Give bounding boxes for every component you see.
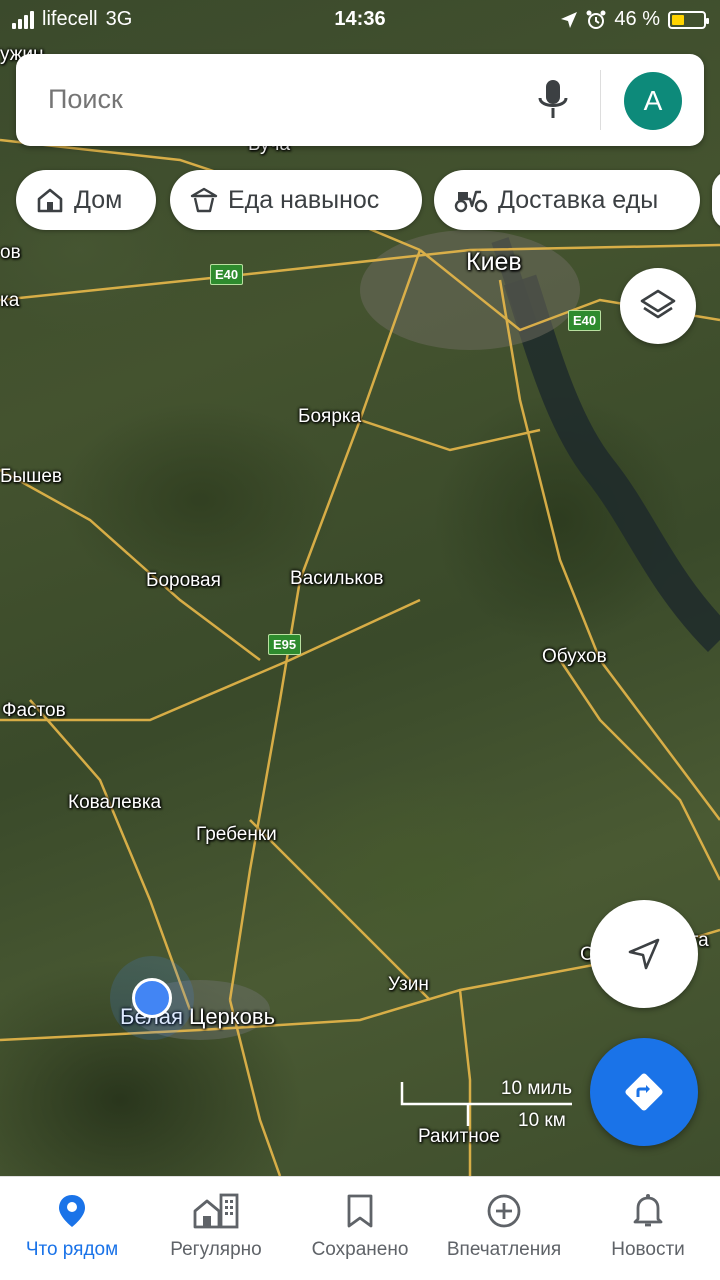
map-scale: 10 миль 10 км — [400, 1078, 576, 1131]
directions-button[interactable] — [590, 1038, 698, 1146]
search-bar[interactable]: Поиск A — [16, 54, 704, 146]
commute-icon — [193, 1193, 239, 1229]
location-pin-icon — [59, 1195, 85, 1227]
navigation-arrow-icon — [628, 938, 660, 970]
chip-takeout[interactable]: Еда навынос — [170, 170, 422, 230]
layers-icon — [640, 289, 676, 319]
scooter-icon — [454, 190, 488, 213]
search-divider — [600, 70, 601, 130]
map-label-borovaya[interactable]: Боровая — [146, 570, 221, 592]
map-label-fastov[interactable]: Фастов — [2, 700, 66, 722]
chip-home[interactable]: Дом — [16, 170, 156, 230]
home-icon — [37, 188, 63, 213]
nav-label: Впечатления — [446, 1239, 562, 1260]
map-label-kovalevka[interactable]: Ковалевка — [68, 792, 161, 814]
map-label-obukhov[interactable]: Обухов — [542, 646, 607, 668]
chip-label: Доставка еды — [498, 185, 659, 214]
nav-label: Что рядом — [25, 1239, 119, 1260]
my-location-button[interactable] — [590, 900, 698, 1008]
nav-item-explore[interactable]: Что рядом — [0, 1177, 144, 1280]
avatar[interactable]: A — [624, 72, 682, 130]
map-label-uzin[interactable]: Узин — [388, 974, 429, 996]
map-label-partial[interactable]: ов — [0, 242, 21, 264]
battery-icon — [668, 10, 709, 29]
map-label-partial[interactable]: Бышев — [0, 466, 62, 488]
nav-label: Регулярно — [170, 1239, 262, 1260]
chip-label: Еда навынос — [228, 185, 380, 214]
bottom-navigation: Что рядом Регулярно Сохранено Впечатлени… — [0, 1176, 720, 1280]
nav-label: Новости — [611, 1239, 685, 1260]
map-label-grebenki[interactable]: Гребенки — [196, 824, 277, 846]
current-location-dot[interactable] — [132, 978, 172, 1018]
takeout-icon — [190, 187, 218, 213]
battery-percent: 46 % — [614, 8, 660, 30]
map-label-kiev[interactable]: Киев — [466, 248, 522, 277]
location-arrow-icon — [561, 11, 578, 28]
microphone-icon[interactable] — [536, 78, 570, 122]
nav-item-commute[interactable]: Регулярно — [144, 1177, 288, 1280]
map-label-boyarka[interactable]: Боярка — [298, 406, 361, 428]
highway-shield-e95: E95 — [268, 634, 302, 655]
nav-item-updates[interactable]: Новости — [576, 1177, 720, 1280]
map-label-partial[interactable]: ка — [0, 290, 19, 312]
highway-shield-e40: E40 — [568, 310, 602, 331]
chip-label: Дом — [74, 185, 123, 214]
status-bar: lifecell 3G 14:36 46 % — [0, 0, 720, 40]
directions-icon — [625, 1073, 663, 1111]
highway-shield-e40: E40 — [210, 264, 244, 285]
scale-miles-label: 10 миль — [500, 1078, 572, 1099]
alarm-icon — [586, 10, 606, 29]
bell-icon — [633, 1194, 663, 1227]
scale-km-label: 10 км — [518, 1110, 566, 1131]
layers-button[interactable] — [620, 268, 696, 344]
chip-delivery[interactable]: Доставка еды — [434, 170, 700, 230]
nav-item-contribute[interactable]: Впечатления — [432, 1177, 576, 1280]
bookmark-icon — [347, 1194, 373, 1228]
map-label-vasilkov[interactable]: Васильков — [290, 568, 384, 590]
add-circle-icon — [487, 1194, 521, 1228]
nav-label: Сохранено — [311, 1239, 409, 1260]
nav-item-saved[interactable]: Сохранено — [288, 1177, 432, 1280]
search-input[interactable]: Поиск — [48, 84, 123, 115]
